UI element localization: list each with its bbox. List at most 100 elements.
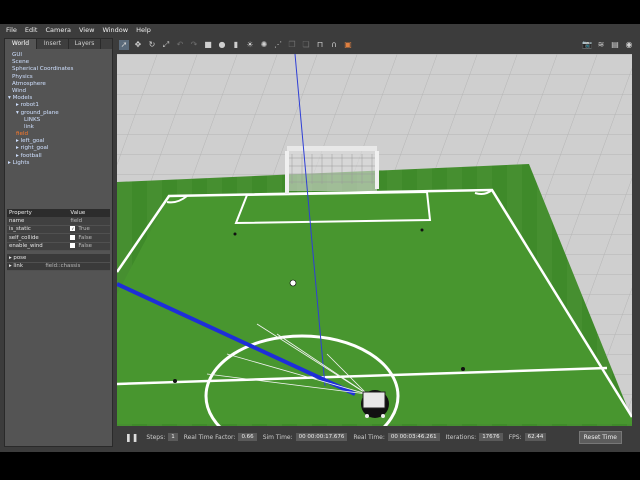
checkbox[interactable] bbox=[70, 243, 76, 249]
tree-item[interactable]: Scene bbox=[8, 59, 112, 66]
property-row: is_static ✓ True bbox=[7, 225, 110, 234]
property-value-text: field bbox=[70, 217, 83, 224]
tree-item[interactable]: LINKS bbox=[8, 117, 112, 124]
box-icon[interactable]: ■ bbox=[203, 40, 213, 50]
tree-item[interactable]: link bbox=[8, 124, 112, 131]
iterations-value: 17676 bbox=[479, 433, 503, 441]
menu-file[interactable]: File bbox=[6, 26, 17, 34]
tree-item[interactable]: Wind bbox=[8, 88, 112, 95]
tab-world[interactable]: World bbox=[5, 39, 37, 49]
fps-label: FPS: bbox=[508, 433, 522, 441]
cylinder-icon[interactable]: ▮ bbox=[231, 40, 241, 50]
steps-label: Steps: bbox=[146, 433, 166, 441]
pause-icon[interactable]: ❚❚ bbox=[125, 433, 138, 442]
sim-time-value: 00 00:00:17.676 bbox=[295, 433, 348, 441]
property-value-text: False bbox=[78, 243, 92, 250]
plot-icon[interactable]: ≋ bbox=[596, 40, 606, 50]
menu-window[interactable]: Window bbox=[102, 26, 128, 34]
sun-icon[interactable]: ☀ bbox=[245, 40, 255, 50]
menu-edit[interactable]: Edit bbox=[25, 26, 38, 34]
steps-value[interactable]: 1 bbox=[168, 433, 178, 441]
goal-frame bbox=[285, 146, 379, 194]
scene-render[interactable] bbox=[117, 54, 632, 436]
property-value[interactable]: False bbox=[68, 233, 110, 243]
align-icon[interactable]: ⊓ bbox=[315, 40, 325, 50]
tree-item[interactable]: ▾ ground_plane bbox=[8, 110, 112, 117]
select-arrow-icon[interactable]: ➚ bbox=[119, 40, 129, 50]
rtf-value: 0.66 bbox=[238, 433, 257, 441]
football[interactable] bbox=[289, 279, 297, 287]
tree-item[interactable]: Spherical Coordinates bbox=[8, 66, 112, 73]
rtf-label: Real Time Factor: bbox=[183, 433, 236, 441]
property-name: is_static bbox=[7, 225, 69, 234]
point-light-icon[interactable]: ✺ bbox=[259, 40, 269, 50]
property-group-value: field::chassis bbox=[43, 262, 110, 271]
tree-item[interactable]: ▸ left_goal bbox=[8, 138, 112, 145]
toolbar: ➚ ✥ ↻ ⤢ ↶ ↷ ■ ● ▮ ☀ ✺ ⋰ ❐ ❏ ⊓ ∩ ▣ 📷 ≋ ▤ … bbox=[117, 38, 636, 52]
value-header: Value bbox=[68, 209, 110, 217]
tree-item[interactable]: ▸ Lights bbox=[8, 160, 112, 167]
property-value-text: False bbox=[78, 234, 92, 241]
3d-viewport[interactable] bbox=[117, 54, 632, 436]
tree-item[interactable]: Physics bbox=[8, 74, 112, 81]
screenshot-icon[interactable]: 📷 bbox=[582, 40, 592, 50]
robot1[interactable] bbox=[361, 390, 389, 418]
property-row: name field bbox=[7, 217, 110, 226]
tree-item[interactable]: GUI bbox=[8, 52, 112, 59]
tree-item[interactable]: field bbox=[8, 131, 112, 138]
world-tree: GUI Scene Spherical Coordinates Physics Atmo… bbox=[5, 49, 112, 167]
sphere-icon[interactable]: ● bbox=[217, 40, 227, 50]
checkbox[interactable]: ✓ bbox=[70, 226, 76, 232]
undo-icon[interactable]: ↶ bbox=[175, 40, 185, 50]
redo-icon[interactable]: ↷ bbox=[189, 40, 199, 50]
tree-item[interactable]: ▸ right_goal bbox=[8, 145, 112, 152]
status-bar: ❚❚ Steps: 1 Real Time Factor: 0.66 Sim T… bbox=[117, 426, 632, 448]
property-value[interactable]: field bbox=[68, 217, 110, 226]
property-name: self_collide bbox=[7, 233, 69, 243]
checkbox[interactable] bbox=[70, 234, 76, 240]
tab-layers[interactable]: Layers bbox=[69, 39, 101, 49]
log-icon[interactable]: ▤ bbox=[610, 40, 620, 50]
view-angle-icon[interactable]: ▣ bbox=[343, 40, 353, 50]
property-group-row[interactable]: ▸ pose bbox=[7, 254, 110, 263]
property-row: self_collide False bbox=[7, 233, 110, 243]
record-icon[interactable]: ◉ bbox=[624, 40, 634, 50]
property-name: enable_wind bbox=[7, 242, 69, 251]
real-time-label: Real Time: bbox=[353, 433, 385, 441]
translate-icon[interactable]: ✥ bbox=[133, 40, 143, 50]
paste-icon[interactable]: ❏ bbox=[301, 40, 311, 50]
tree-item[interactable]: ▸ robot1 bbox=[8, 102, 112, 109]
iterations-label: Iterations: bbox=[445, 433, 477, 441]
tree-item[interactable]: ▾ Models bbox=[8, 95, 112, 102]
menu-view[interactable]: View bbox=[79, 26, 94, 34]
sim-time-label: Sim Time: bbox=[262, 433, 293, 441]
property-name: name bbox=[7, 217, 69, 226]
rotate-icon[interactable]: ↻ bbox=[147, 40, 157, 50]
property-value-text: True bbox=[78, 226, 90, 233]
reset-time-button[interactable]: Reset Time bbox=[578, 431, 622, 444]
snap-icon[interactable]: ∩ bbox=[329, 40, 339, 50]
property-panel: Property Value name field is_static ✓ True se… bbox=[7, 209, 110, 271]
spot-light-icon[interactable]: ⋰ bbox=[273, 40, 283, 50]
menu-bar: File Edit Camera View Window Help bbox=[0, 24, 640, 36]
tree-item[interactable]: ▸ football bbox=[8, 153, 112, 160]
property-group-name[interactable]: ▸ link bbox=[7, 262, 44, 271]
menu-help[interactable]: Help bbox=[136, 26, 151, 34]
property-group-row[interactable]: ▸ link field::chassis bbox=[7, 262, 110, 271]
tab-insert[interactable]: Insert bbox=[37, 39, 69, 49]
copy-icon[interactable]: ❐ bbox=[287, 40, 297, 50]
left-panel: World Insert Layers GUI Scene Spherical Co… bbox=[4, 38, 113, 447]
app-window: File Edit Camera View Window Help World … bbox=[0, 24, 640, 452]
property-row: enable_wind False bbox=[7, 242, 110, 251]
panel-tabs: World Insert Layers bbox=[5, 39, 112, 49]
scale-icon[interactable]: ⤢ bbox=[161, 40, 171, 50]
tree-item[interactable]: Atmosphere bbox=[8, 81, 112, 88]
fps-value: 62.44 bbox=[524, 433, 547, 441]
property-value[interactable]: ✓ True bbox=[68, 225, 110, 234]
menu-camera[interactable]: Camera bbox=[45, 26, 71, 34]
property-value[interactable]: False bbox=[68, 242, 110, 251]
real-time-value: 00 00:03:46.261 bbox=[387, 433, 440, 441]
property-group-name[interactable]: ▸ pose bbox=[7, 254, 44, 263]
property-group-value bbox=[43, 254, 110, 263]
property-header: Property bbox=[7, 209, 69, 217]
